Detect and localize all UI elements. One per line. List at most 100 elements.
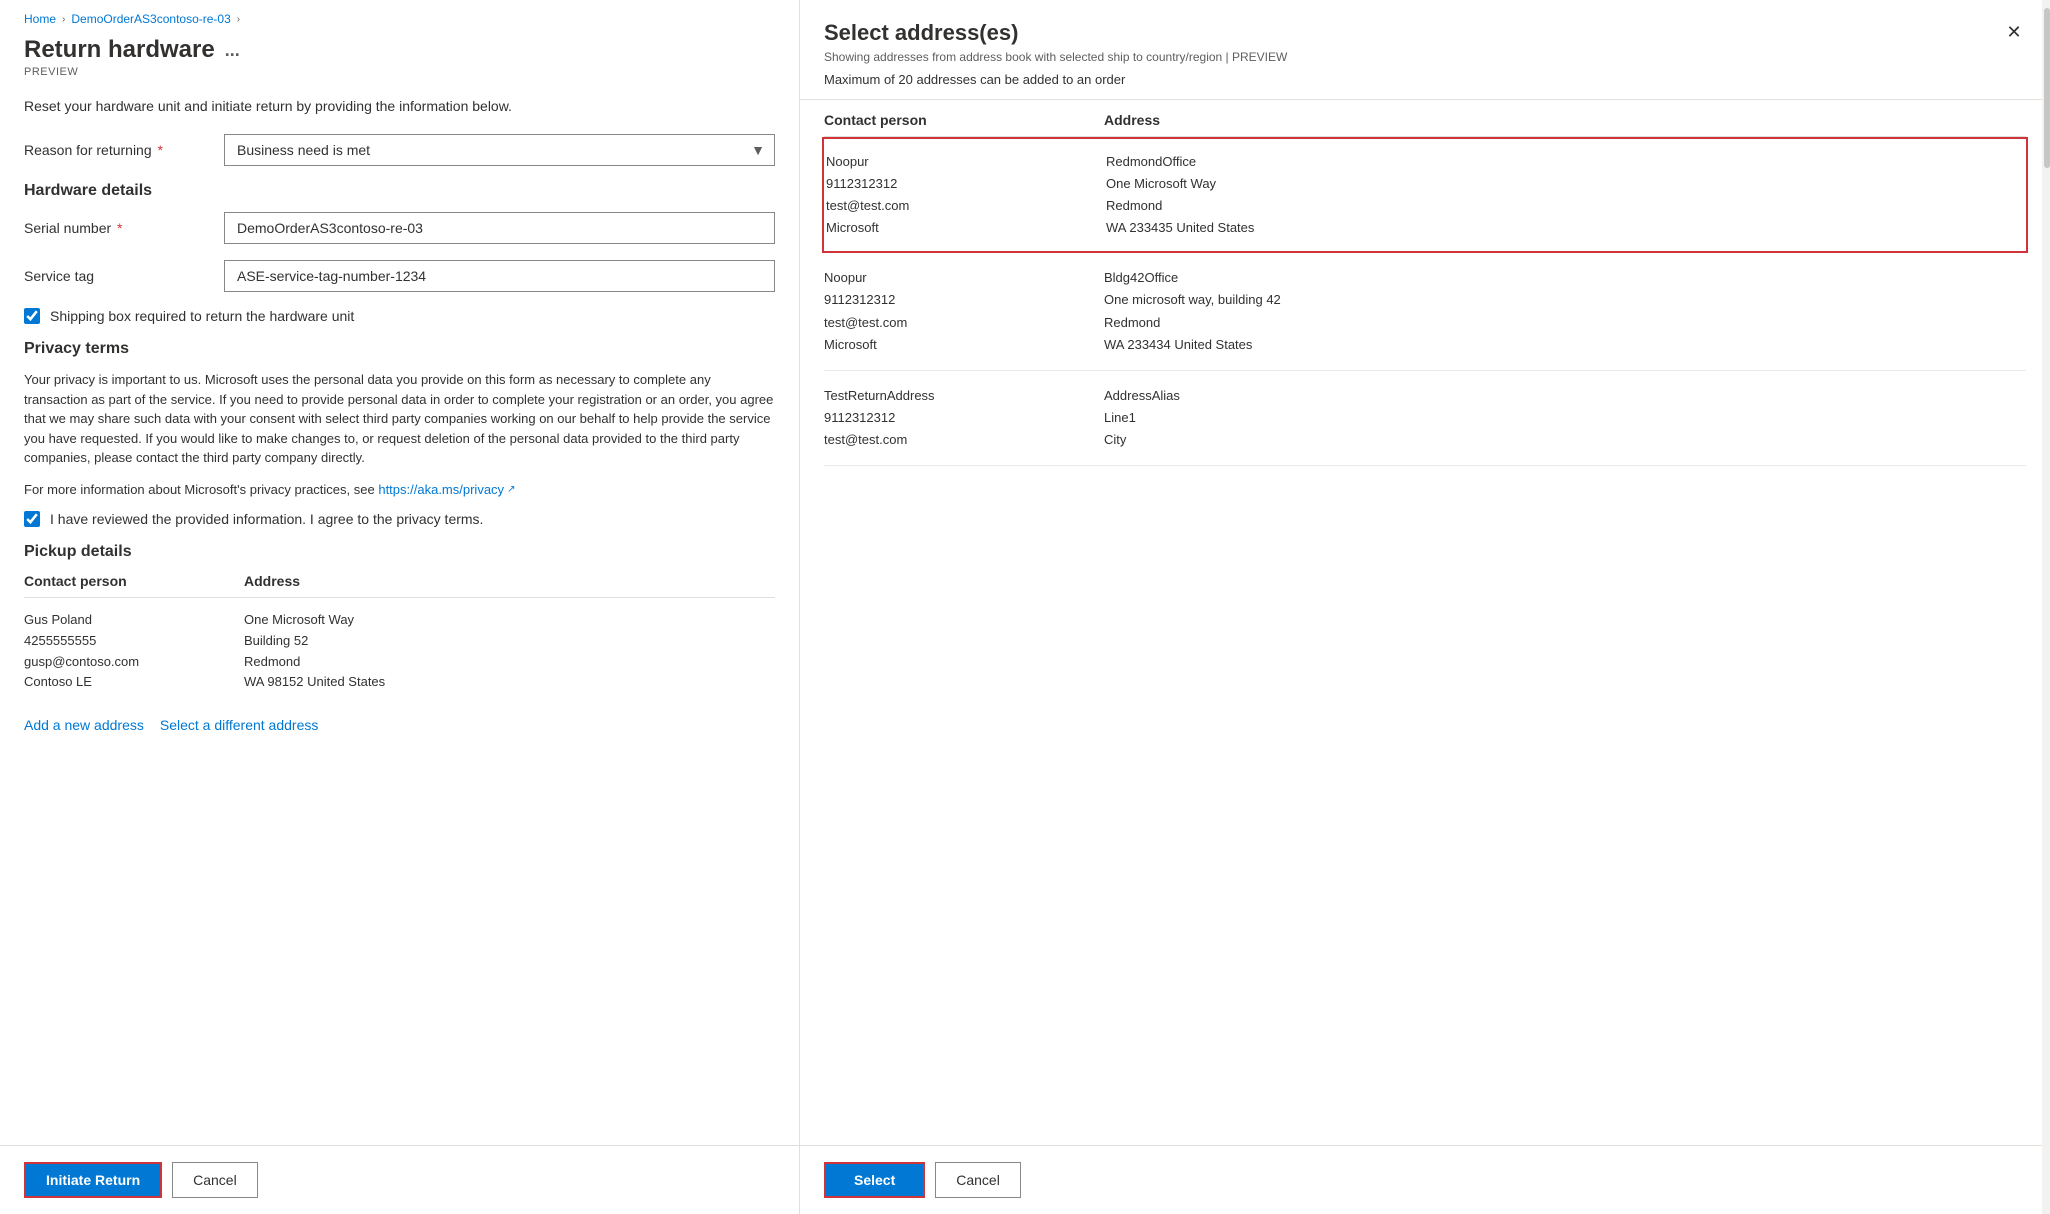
pickup-contact-info: Gus Poland 4255555555 gusp@contoso.com C… [24,610,244,693]
addr1-contact-name: Noopur [826,151,1106,173]
serial-label: Serial number * [24,220,224,236]
address-2-contact: Noopur 9112312312 test@test.com Microsof… [824,267,1104,355]
privacy-text1: Your privacy is important to us. Microso… [24,370,775,468]
right-scroll-thumb [2044,8,2050,168]
address-2-address: Bldg42Office One microsoft way, building… [1104,267,2026,355]
addr3-addr-name: AddressAlias [1104,385,2026,407]
breadcrumb-home[interactable]: Home [24,12,56,26]
serial-required-star: * [113,220,122,236]
pickup-section-title: Pickup details [24,543,775,561]
reason-dropdown[interactable]: Business need is met [224,134,775,166]
address-3-contact: TestReturnAddress 9112312312 test@test.c… [824,385,1104,451]
addr1-contact-phone: 9112312312 [826,173,1106,195]
address-3-address: AddressAlias Line1 City [1104,385,2026,451]
privacy-checkbox[interactable] [24,511,40,527]
addr2-addr-line2: Redmond [1104,312,2026,334]
initiate-return-button[interactable]: Initiate Return [24,1162,162,1198]
pickup-address-info: One Microsoft Way Building 52 Redmond WA… [244,610,775,693]
pickup-addr3: Redmond [244,652,775,673]
addr2-addr-line1: One microsoft way, building 42 [1104,289,2026,311]
select-different-address-button[interactable]: Select a different address [160,717,319,733]
shipping-checkbox[interactable] [24,308,40,324]
left-cancel-button[interactable]: Cancel [172,1162,258,1198]
close-button[interactable]: ✕ [1998,16,2030,48]
privacy-agree-row: I have reviewed the provided information… [24,511,775,527]
breadcrumb-chevron1: › [62,14,65,25]
addr2-contact-email: test@test.com [824,312,1104,334]
page-title: Return hardware ... [24,36,775,64]
addr2-addr-line3: WA 233434 United States [1104,334,2026,356]
addr1-contact-email: test@test.com [826,195,1106,217]
serial-control-wrapper [224,212,775,244]
pickup-addr1: One Microsoft Way [244,610,775,631]
breadcrumb-order[interactable]: DemoOrderAS3contoso-re-03 [71,12,230,26]
service-tag-row: Service tag [24,260,775,292]
addr3-contact-name: TestReturnAddress [824,385,1104,407]
serial-row: Serial number * [24,212,775,244]
reason-dropdown-wrapper: Business need is met ▼ [224,134,775,166]
right-max-note: Maximum of 20 addresses can be added to … [824,72,2026,87]
right-title: Select address(es) [824,20,2026,46]
privacy-text2: For more information about Microsoft's p… [24,480,775,500]
pickup-table-row: Gus Poland 4255555555 gusp@contoso.com C… [24,598,775,705]
breadcrumb-chevron2: › [237,14,240,25]
addr3-contact-email: test@test.com [824,429,1104,451]
right-header: Select address(es) Showing addresses fro… [800,0,2050,100]
addr1-contact-company: Microsoft [826,217,1106,239]
addr3-addr-line2: City [1104,429,2026,451]
add-new-address-button[interactable]: Add a new address [24,717,144,733]
right-scrollbar[interactable] [2042,0,2050,1214]
addr-address-header: Address [1104,112,2026,128]
pickup-addr4: WA 98152 United States [244,672,775,693]
left-panel: Home › DemoOrderAS3contoso-re-03 › Retur… [0,0,800,1214]
right-cancel-button[interactable]: Cancel [935,1162,1021,1198]
page-title-ellipsis[interactable]: ... [225,40,240,61]
pickup-address-header: Address [244,573,775,589]
select-button[interactable]: Select [824,1162,925,1198]
addr3-contact-phone: 9112312312 [824,407,1104,429]
shipping-checkbox-label[interactable]: Shipping box required to return the hard… [50,308,354,324]
serial-input[interactable] [224,212,775,244]
pickup-phone: 4255555555 [24,631,244,652]
addr2-contact-company: Microsoft [824,334,1104,356]
pickup-actions: Add a new address Select a different add… [24,717,775,733]
address-1-address: RedmondOffice One Microsoft Way Redmond … [1106,151,2024,239]
address-row-2[interactable]: Noopur 9112312312 test@test.com Microsof… [824,253,2026,370]
left-content: Reset your hardware unit and initiate re… [0,82,799,1145]
service-tag-label: Service tag [24,268,224,284]
description-text: Reset your hardware unit and initiate re… [24,98,775,114]
service-tag-control-wrapper [224,260,775,292]
privacy-agree-label[interactable]: I have reviewed the provided information… [50,511,483,527]
addr1-addr-line3: WA 233435 United States [1106,217,2024,239]
address-row-3[interactable]: TestReturnAddress 9112312312 test@test.c… [824,371,2026,466]
right-footer: Select Cancel [800,1145,2050,1214]
reason-required-star: * [154,142,163,158]
pickup-email: gusp@contoso.com [24,652,244,673]
addr1-addr-line1: One Microsoft Way [1106,173,2024,195]
left-footer: Initiate Return Cancel [0,1145,799,1214]
addr2-addr-name: Bldg42Office [1104,267,2026,289]
right-panel: Select address(es) Showing addresses fro… [800,0,2050,1214]
reason-control-wrapper: Business need is met ▼ [224,134,775,166]
addr3-addr-line1: Line1 [1104,407,2026,429]
pickup-table: Contact person Address Gus Poland 425555… [24,573,775,705]
pickup-addr2: Building 52 [244,631,775,652]
pickup-section: Pickup details Contact person Address Gu… [24,543,775,733]
page-title-area: Return hardware ... PREVIEW [0,32,799,82]
addr-contact-header: Contact person [824,112,1104,128]
preview-badge: PREVIEW [24,66,775,78]
privacy-link[interactable]: https://aka.ms/privacy ↗ [378,480,515,500]
addr2-contact-phone: 9112312312 [824,289,1104,311]
pickup-company: Contoso LE [24,672,244,693]
privacy-section-title: Privacy terms [24,340,775,358]
reason-row: Reason for returning * Business need is … [24,134,775,166]
right-subtitle: Showing addresses from address book with… [824,50,2026,64]
addr2-contact-name: Noopur [824,267,1104,289]
hardware-section-title: Hardware details [24,182,775,200]
pickup-contact-header: Contact person [24,573,244,589]
address-row-1[interactable]: Noopur 9112312312 test@test.com Microsof… [822,137,2028,253]
shipping-checkbox-row: Shipping box required to return the hard… [24,308,775,324]
page-title-text: Return hardware [24,36,215,64]
addr1-addr-name: RedmondOffice [1106,151,2024,173]
service-tag-input[interactable] [224,260,775,292]
